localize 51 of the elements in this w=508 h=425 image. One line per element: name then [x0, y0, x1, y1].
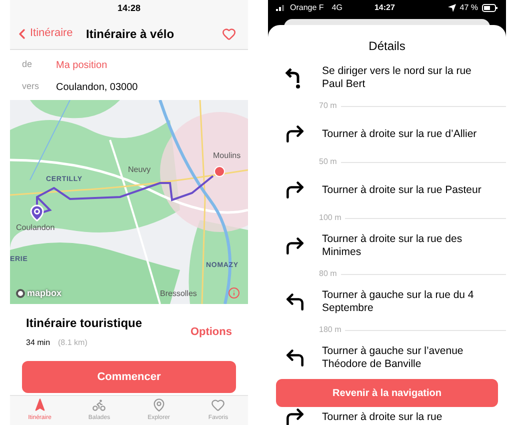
map-label: Coulandon	[16, 224, 55, 232]
navigation-arrow-icon	[32, 398, 47, 412]
signal-icon	[276, 4, 286, 11]
step-distance: 180 m	[319, 324, 342, 336]
step-distance: 70 m	[319, 100, 337, 112]
field-label: de	[22, 58, 34, 72]
map-label: Neuvy	[128, 166, 151, 174]
route-title: Itinéraire touristique	[26, 316, 142, 331]
start-button[interactable]: Commencer	[22, 361, 236, 393]
field-label: vers	[22, 80, 40, 94]
map-label: Moulins	[213, 152, 241, 160]
battery-icon	[482, 4, 498, 12]
back-to-navigation-button[interactable]: Revenir à la navigation	[276, 379, 498, 407]
map-attribution: mapbox	[27, 286, 62, 300]
map-label: Bressolles	[160, 290, 197, 298]
step-instruction: Tourner à droite sur la rue Pasteur	[322, 184, 482, 196]
step-instruction: Tourner à droite sur la rue des Minimes	[322, 233, 464, 259]
options-link[interactable]: Options	[190, 324, 232, 341]
battery-percent: 47 %	[460, 2, 478, 14]
status-time: 14:28	[117, 2, 141, 16]
step-instruction: Tourner à gauche sur la rue du 4 Septembre	[322, 289, 475, 315]
map-pin-icon	[152, 398, 166, 412]
step-distance: 100 m	[319, 212, 342, 224]
heart-icon	[211, 398, 226, 412]
bicycle-icon	[92, 398, 106, 412]
step-instruction: Tourner à gauche sur l’avenue Théodore de Banville	[322, 345, 464, 371]
route-duration: 34 min	[26, 337, 50, 349]
info-icon[interactable]	[228, 287, 240, 299]
step-instruction: Tourner à droite sur la rue	[322, 410, 442, 424]
location-pin-icon	[28, 204, 46, 222]
route-distance: (8.1 km)	[58, 337, 88, 349]
network-type: 4G	[332, 2, 342, 14]
turn-left-icon	[284, 291, 306, 313]
turn-right-icon	[284, 235, 306, 257]
turn-left-icon	[284, 347, 306, 369]
carrier-name: Orange F	[290, 2, 324, 14]
step-distance: 50 m	[319, 156, 337, 168]
step-distance: 80 m	[319, 268, 337, 280]
location-arrow-icon	[448, 4, 456, 12]
step-instruction: Tourner à droite sur la rue d’Allier	[322, 128, 477, 140]
sheet-title: Détails	[368, 38, 406, 55]
back-button[interactable]: Itinéraire	[14, 25, 73, 42]
turn-right-icon	[284, 179, 306, 201]
turn-right-icon	[284, 406, 306, 425]
screen-title: Itinéraire à vélo	[86, 26, 174, 42]
step-instruction: Se diriger vers le nord sur la rue Paul Bert	[322, 65, 472, 91]
route-field[interactable]: Coulandon, 03000	[56, 80, 138, 94]
route-field[interactable]: Ma position	[56, 58, 108, 72]
turn-right-icon	[284, 123, 306, 145]
status-time: 14:27	[374, 2, 395, 14]
favorite-heart-icon[interactable]	[222, 26, 236, 40]
